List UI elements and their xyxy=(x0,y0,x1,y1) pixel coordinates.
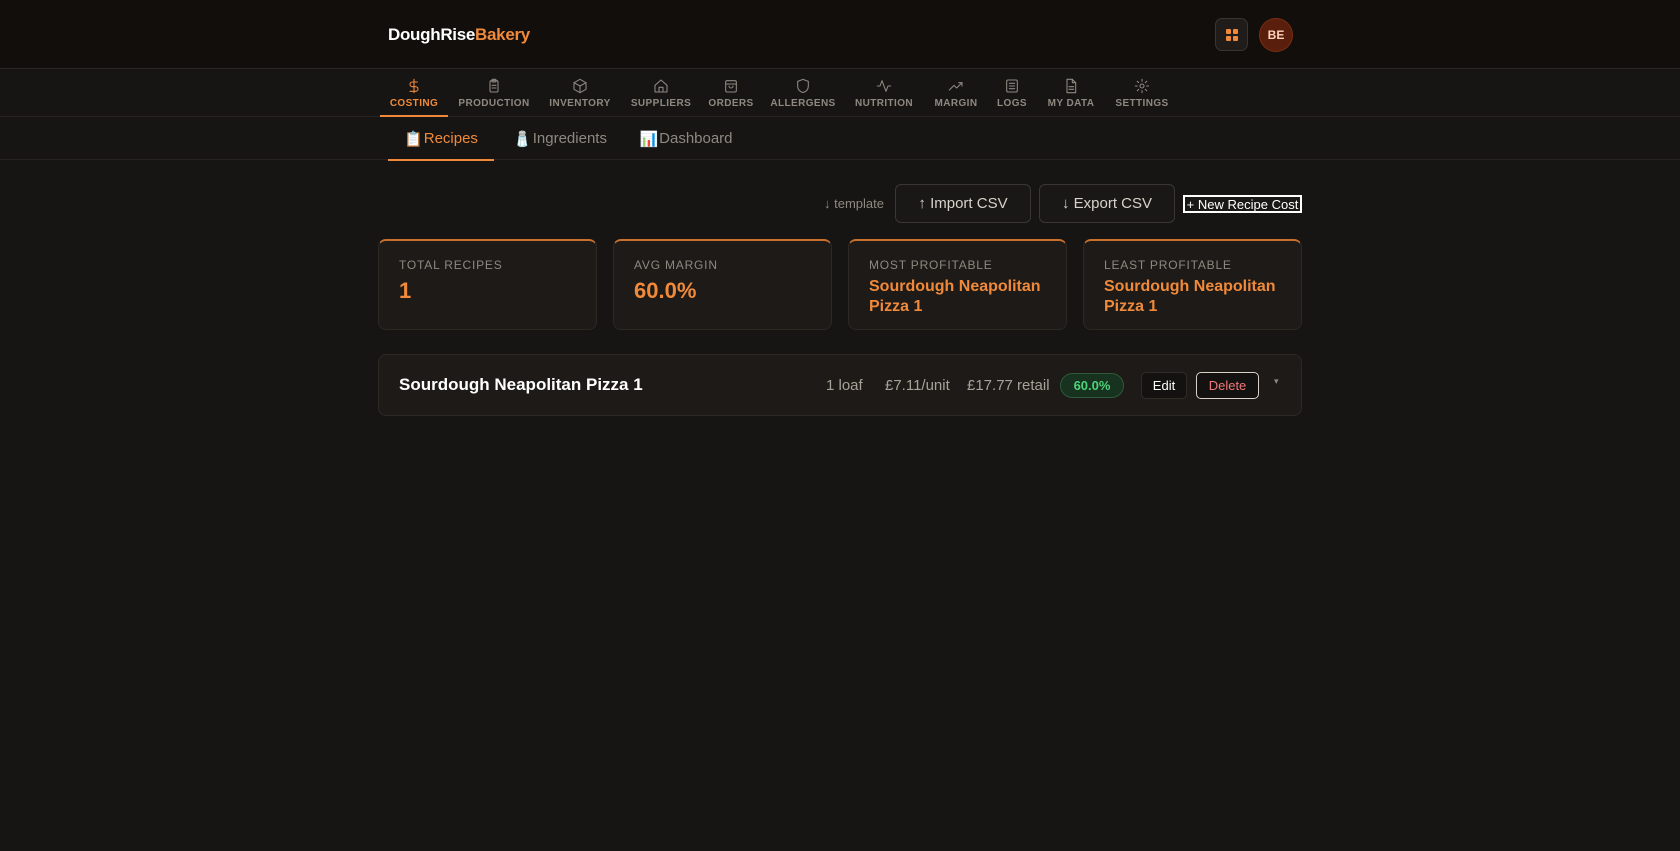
nav-item-label: NUTRITION xyxy=(854,97,914,109)
nav-item-allergens[interactable]: ALLERGENS xyxy=(770,69,836,117)
apps-button[interactable] xyxy=(1215,18,1248,51)
nav-item-label: ALLERGENS xyxy=(770,97,836,109)
brand-name: DoughRise xyxy=(388,25,476,44)
margin-badge: 60.0% xyxy=(1060,373,1124,398)
nav-item-label: LOGS xyxy=(997,97,1027,109)
home-icon xyxy=(653,78,669,94)
export-csv-button[interactable]: ↓ Export CSV xyxy=(1039,184,1175,223)
nav-item-label: COSTING xyxy=(389,97,439,109)
recipe-unit-cost: £7.11/unit xyxy=(885,377,950,394)
clipboard-emoji-icon: 📋 xyxy=(404,130,423,148)
stat-label: AVG MARGIN xyxy=(634,258,718,272)
box-icon xyxy=(572,78,588,94)
pulse-icon xyxy=(876,78,892,94)
recipe-name: Sourdough Neapolitan Pizza 1 xyxy=(399,375,643,394)
gear-icon xyxy=(1134,78,1150,94)
nav-item-label: SETTINGS xyxy=(1115,97,1169,109)
nav-item-suppliers[interactable]: SUPPLIERS xyxy=(630,69,692,117)
grid-icon xyxy=(1225,28,1238,41)
tab-dashboard[interactable]: 📊 Dashboard xyxy=(636,117,736,160)
recipe-row[interactable]: Sourdough Neapolitan Pizza 1 1 loaf £7.1… xyxy=(378,354,1302,416)
stat-card-total-recipes: TOTAL RECIPES 1 xyxy=(378,239,597,330)
brand-logo[interactable]: DoughRiseBakery xyxy=(388,25,530,45)
nav-item-logs[interactable]: LOGS xyxy=(996,69,1028,117)
nav-item-label: ORDERS xyxy=(708,97,754,109)
nav-item-my-data[interactable]: MY DATA xyxy=(1044,69,1098,117)
recipe-retail-price: £17.77 retail xyxy=(967,377,1050,394)
new-recipe-cost-button[interactable]: + New Recipe Cost xyxy=(1183,195,1302,213)
stat-value: Sourdough Neapolitan Pizza 1 xyxy=(1104,278,1276,315)
stat-label: TOTAL RECIPES xyxy=(399,258,503,272)
brand-accent: Bakery xyxy=(475,25,530,44)
nav-item-nutrition[interactable]: NUTRITION xyxy=(852,69,916,117)
tab-recipes[interactable]: 📋 Recipes xyxy=(388,117,494,161)
sub-nav: 📋 Recipes 🧂 Ingredients 📊 Dashboard xyxy=(0,117,1680,161)
tab-ingredients[interactable]: 🧂 Ingredients xyxy=(510,117,610,160)
nav-item-inventory[interactable]: INVENTORY xyxy=(546,69,614,117)
import-csv-button[interactable]: ↑ Import CSV xyxy=(895,184,1031,223)
edit-button[interactable]: Edit xyxy=(1141,372,1187,399)
salt-emoji-icon: 🧂 xyxy=(513,130,532,148)
bag-icon xyxy=(723,78,739,94)
recipe-yield: 1 loaf xyxy=(826,377,863,394)
avatar[interactable]: BE xyxy=(1259,18,1293,52)
stat-value: Sourdough Neapolitan Pizza 1 xyxy=(869,278,1041,315)
chart-emoji-icon: 📊 xyxy=(639,130,659,148)
tab-label: Dashboard xyxy=(659,130,733,147)
stat-value: 60.0% xyxy=(634,278,697,303)
tab-label: Recipes xyxy=(423,130,478,147)
top-bar: DoughRiseBakery BE xyxy=(0,0,1680,69)
log-icon xyxy=(1004,78,1020,94)
nav-item-label: MY DATA xyxy=(1047,97,1095,109)
stat-card-least-profitable: LEAST PROFITABLE Sourdough Neapolitan Pi… xyxy=(1083,239,1302,330)
main-nav: COSTING PRODUCTION INVENTORY SUPPLIERS O… xyxy=(0,69,1680,117)
tab-label: Ingredients xyxy=(532,130,607,147)
stat-card-most-profitable: MOST PROFITABLE Sourdough Neapolitan Piz… xyxy=(848,239,1067,330)
dollar-icon xyxy=(406,78,422,94)
nav-item-production[interactable]: PRODUCTION xyxy=(456,69,532,117)
stat-value: 1 xyxy=(399,278,412,303)
nav-item-costing[interactable]: COSTING xyxy=(380,69,448,117)
template-link[interactable]: ↓ template xyxy=(824,196,884,211)
stat-card-avg-margin: AVG MARGIN 60.0% xyxy=(613,239,832,330)
chevron-down-icon[interactable]: ▾ xyxy=(1274,376,1279,387)
nav-item-label: PRODUCTION xyxy=(458,97,530,109)
delete-button[interactable]: Delete xyxy=(1196,372,1259,399)
trend-icon xyxy=(948,78,964,94)
nav-item-label: INVENTORY xyxy=(549,97,611,109)
stat-label: LEAST PROFITABLE xyxy=(1104,258,1232,272)
document-icon xyxy=(1063,78,1079,94)
nav-item-settings[interactable]: SETTINGS xyxy=(1114,69,1170,117)
nav-item-label: MARGIN xyxy=(934,97,978,109)
shield-icon xyxy=(795,78,811,94)
nav-item-margin[interactable]: MARGIN xyxy=(932,69,980,117)
nav-item-orders[interactable]: ORDERS xyxy=(706,69,756,117)
clipboard-icon xyxy=(486,78,502,94)
nav-item-label: SUPPLIERS xyxy=(630,97,692,109)
stat-label: MOST PROFITABLE xyxy=(869,258,993,272)
